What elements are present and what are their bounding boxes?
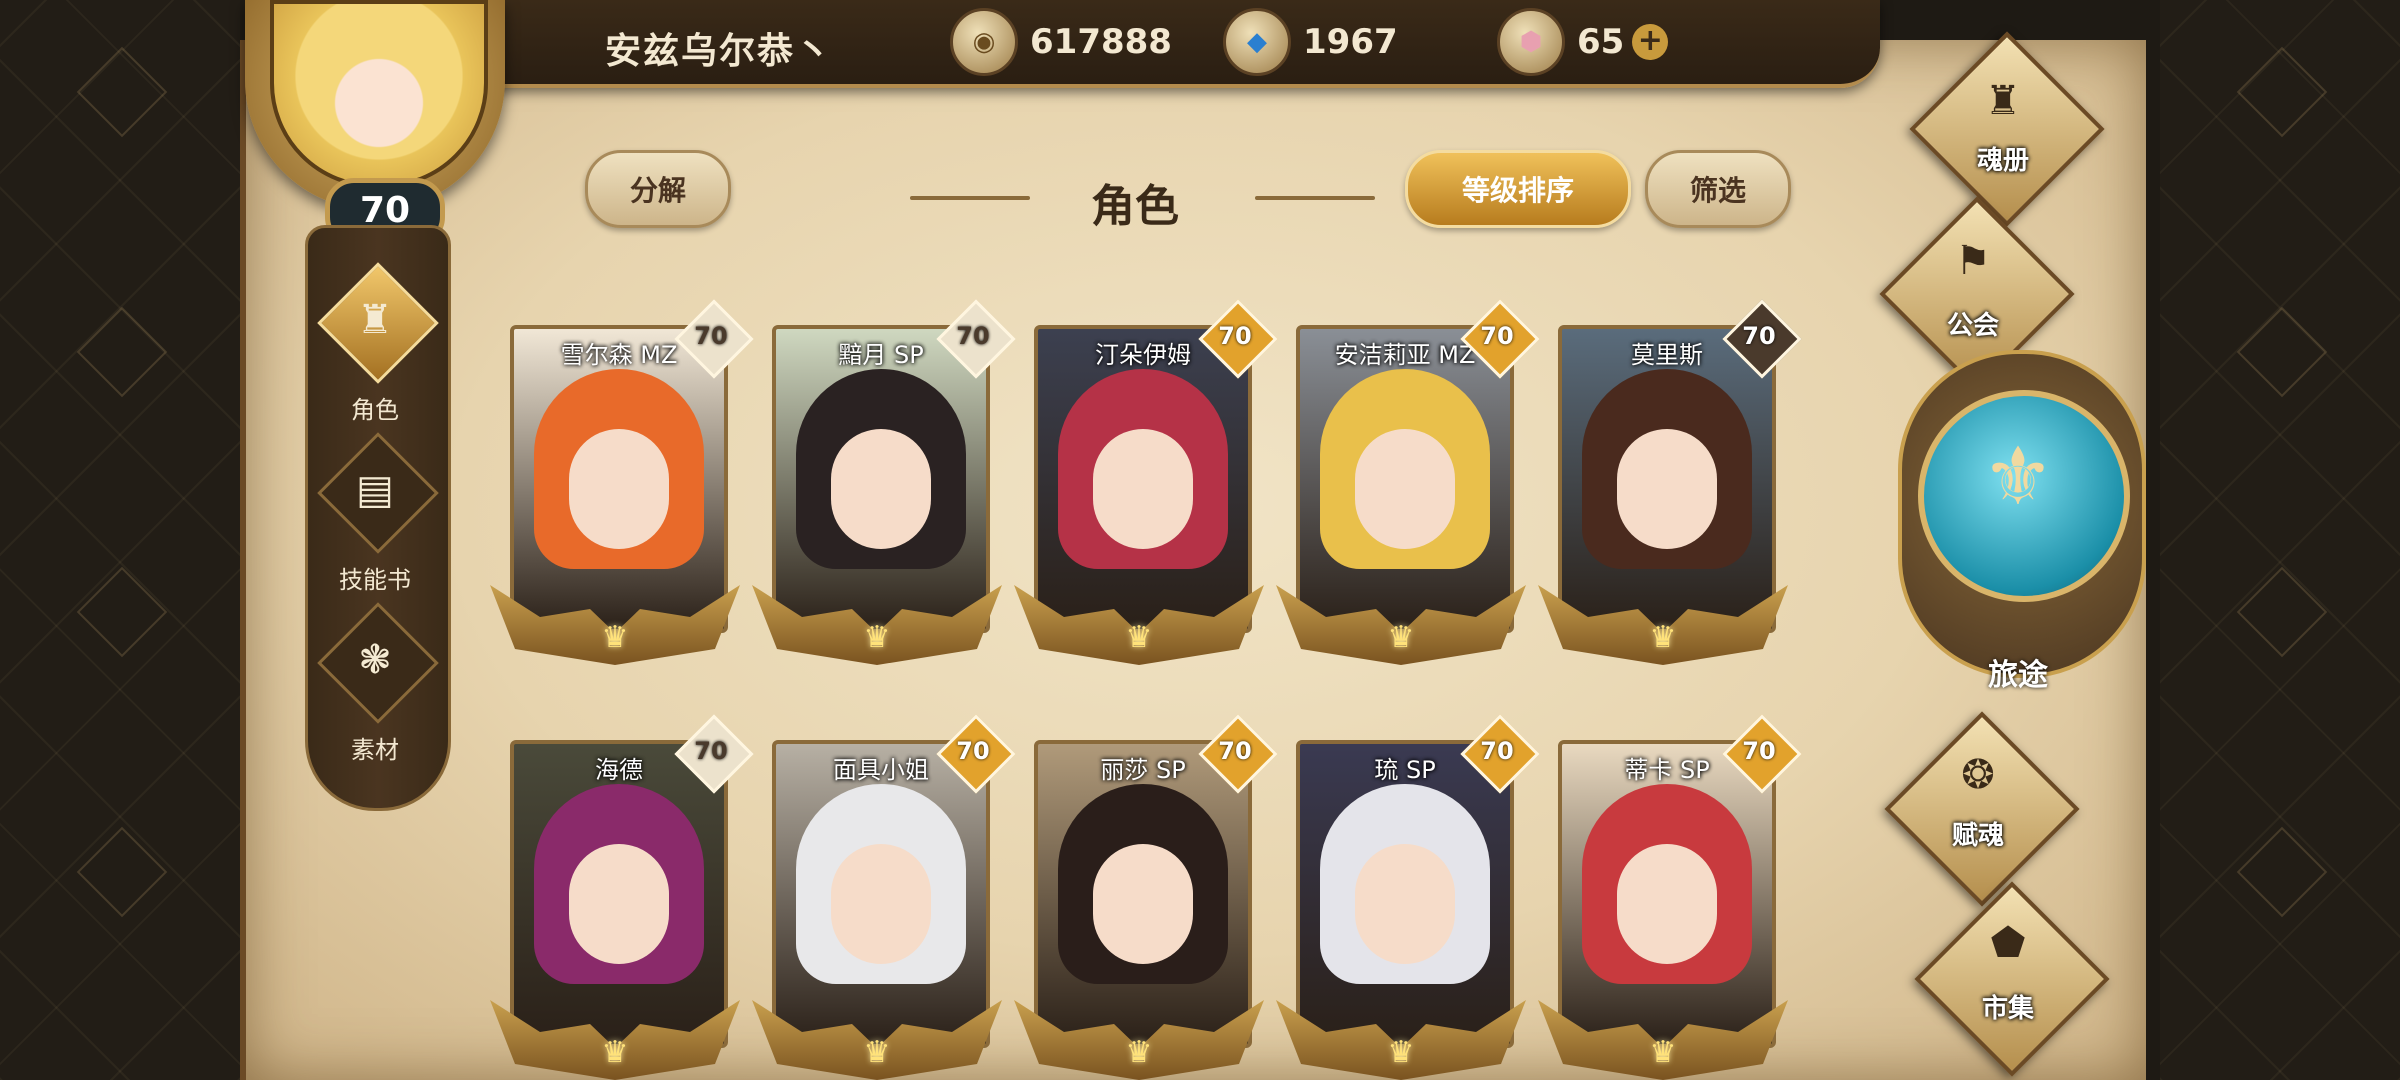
character-card[interactable]: 蒂卡 SP ♛ 70	[1538, 714, 1802, 1080]
gold-coin-icon: ◉	[950, 8, 1018, 76]
nav-label-material: 素材	[351, 736, 399, 764]
background-diamond-decoration	[76, 306, 168, 398]
title-ornament-left	[910, 196, 1030, 200]
character-portrait: 汀朵伊姆	[1034, 325, 1252, 633]
rank-crown-icon: ♛	[601, 1034, 629, 1070]
portrait-face	[831, 844, 931, 964]
gem-amount: 65	[1577, 22, 1625, 62]
pink-gem-icon: ⬢	[1497, 8, 1565, 76]
rank-crown-icon: ♛	[863, 619, 891, 655]
nav-label-skill-book: 技能书	[339, 566, 411, 594]
character-portrait: 安洁莉亚 MZ	[1296, 325, 1514, 633]
nav-label-character: 角色	[351, 396, 399, 424]
rank-crown-icon: ♛	[1387, 1034, 1415, 1070]
character-level: 70	[1742, 322, 1776, 350]
character-level: 70	[1480, 322, 1514, 350]
title-ornament-right	[1255, 196, 1375, 200]
player-name: 安兹乌尔恭丶	[605, 31, 834, 72]
portrait-face	[569, 844, 669, 964]
rank-crown-icon: ♛	[1387, 619, 1415, 655]
character-portrait: 面具小姐	[772, 740, 990, 1048]
page-title: 角色	[1091, 181, 1179, 232]
right-background-pattern	[2160, 0, 2400, 1080]
portrait-face	[1617, 844, 1717, 964]
filter-button[interactable]: 筛选	[1645, 150, 1791, 228]
flame-icon: ❂	[1961, 752, 1995, 798]
guild-flag-icon: ⚑	[1955, 238, 1991, 284]
background-diamond-decoration	[2236, 46, 2328, 138]
background-diamond-decoration	[76, 566, 168, 658]
crystal-resource: ◆ 1967	[1223, 8, 1398, 76]
background-diamond-decoration	[2236, 826, 2328, 918]
market-gem-icon: ⬟	[1990, 920, 2026, 966]
character-level: 70	[1218, 322, 1252, 350]
gold-resource: ◉ 617888	[950, 8, 1172, 76]
character-card[interactable]: 面具小姐 ♛ 70	[752, 714, 1016, 1080]
crystal-amount: 1967	[1303, 22, 1398, 62]
character-card[interactable]: 琉 SP ♛ 70	[1276, 714, 1540, 1080]
background-diamond-decoration	[76, 826, 168, 918]
rank-crown-icon: ♛	[1649, 619, 1677, 655]
character-card[interactable]: 莫里斯 ♛ 70	[1538, 299, 1802, 665]
character-level: 70	[956, 737, 990, 765]
character-portrait: 海德	[510, 740, 728, 1048]
character-level: 70	[694, 737, 728, 765]
portrait-face	[1355, 844, 1455, 964]
add-gem-button[interactable]: +	[1632, 24, 1669, 60]
character-portrait: 琉 SP	[1296, 740, 1514, 1048]
rank-crown-icon: ♛	[863, 1034, 891, 1070]
nav-item-material[interactable]: ❃ 素材	[305, 602, 445, 770]
nav-item-skill-book[interactable]: ▤ 技能书	[305, 432, 445, 600]
character-icon: ♜	[357, 297, 393, 343]
character-card[interactable]: 汀朵伊姆 ♛ 70	[1014, 299, 1278, 665]
rank-crown-icon: ♛	[1125, 619, 1153, 655]
portrait-face	[569, 429, 669, 549]
portrait-face	[831, 429, 931, 549]
character-portrait: 莫里斯	[1558, 325, 1776, 633]
character-level: 70	[1218, 737, 1252, 765]
skill-book-icon: ▤	[356, 467, 394, 513]
journey-label: 旅途	[1988, 658, 2048, 693]
portrait-face	[1093, 844, 1193, 964]
character-card[interactable]: 黯月 SP ♛ 70	[752, 299, 1016, 665]
character-level: 70	[1742, 737, 1776, 765]
material-icon: ❃	[358, 637, 392, 683]
character-card[interactable]: 安洁莉亚 MZ ♛ 70	[1276, 299, 1540, 665]
character-level: 70	[694, 322, 728, 350]
soul-book-icon: ♜	[1985, 78, 2021, 124]
gem-resource: ⬢ 65 +	[1497, 8, 1669, 76]
character-level: 70	[1480, 737, 1514, 765]
character-portrait: 黯月 SP	[772, 325, 990, 633]
blue-crystal-icon: ◆	[1223, 8, 1291, 76]
background-diamond-decoration	[2236, 306, 2328, 398]
portrait-face	[1093, 429, 1193, 549]
character-level: 70	[956, 322, 990, 350]
portrait-face	[1617, 429, 1717, 549]
character-portrait: 丽莎 SP	[1034, 740, 1252, 1048]
journey-emblem-icon: ⚜	[1982, 430, 2054, 523]
background-diamond-decoration	[76, 46, 168, 138]
character-portrait: 雪尔森 MZ	[510, 325, 728, 633]
soul-book-label: 魂册	[1976, 146, 2029, 176]
rank-crown-icon: ♛	[1649, 1034, 1677, 1070]
character-card[interactable]: 雪尔森 MZ ♛ 70	[490, 299, 754, 665]
character-card[interactable]: 丽莎 SP ♛ 70	[1014, 714, 1278, 1080]
nav-item-character[interactable]: ♜ 角色	[305, 262, 445, 430]
portrait-face	[1355, 429, 1455, 549]
character-portrait: 蒂卡 SP	[1558, 740, 1776, 1048]
sort-by-level-button[interactable]: 等级排序	[1405, 150, 1631, 228]
rank-crown-icon: ♛	[601, 619, 629, 655]
market-label: 市集	[1981, 994, 2034, 1024]
guild-label: 公会	[1946, 311, 1999, 341]
background-diamond-decoration	[2236, 566, 2328, 658]
left-background-pattern	[0, 0, 240, 1080]
endow-soul-label: 赋魂	[1951, 821, 2004, 851]
rank-crown-icon: ♛	[1125, 1034, 1153, 1070]
gold-amount: 617888	[1030, 22, 1172, 62]
character-card[interactable]: 海德 ♛ 70	[490, 714, 754, 1080]
decompose-button[interactable]: 分解	[585, 150, 731, 228]
